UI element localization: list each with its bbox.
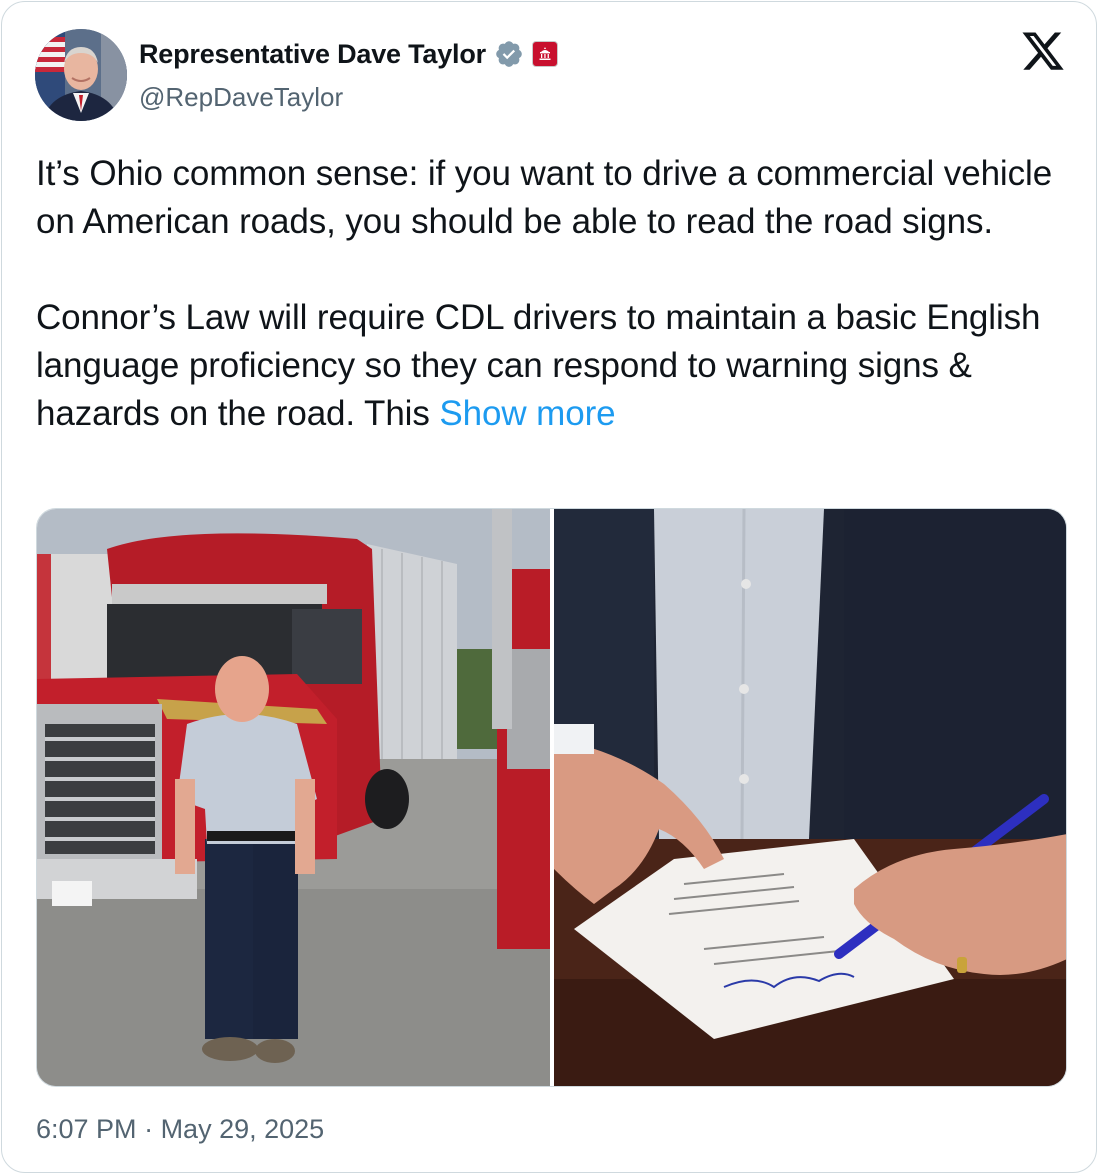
x-logo-icon[interactable] xyxy=(1020,32,1066,74)
author-avatar[interactable] xyxy=(35,29,127,121)
photo-bill-signing[interactable] xyxy=(554,509,1066,1086)
author-handle[interactable]: @RepDaveTaylor xyxy=(139,82,343,113)
tweet-paragraph-2: Connor’s Law will require CDL drivers to… xyxy=(36,294,1076,438)
government-badge-icon xyxy=(531,41,558,67)
tweet-date[interactable]: May 29, 2025 xyxy=(161,1114,325,1144)
photo-man-by-truck[interactable] xyxy=(37,509,550,1086)
avatar-photo xyxy=(35,29,127,121)
author-name-row: Representative Dave Taylor xyxy=(139,36,558,72)
tweet-card: Representative Dave Taylor @RepDaveTaylo… xyxy=(1,1,1097,1173)
tweet-time[interactable]: 6:07 PM xyxy=(36,1114,137,1144)
show-more-link[interactable]: Show more xyxy=(430,394,615,433)
verified-badge-icon xyxy=(494,39,524,69)
tweet-body: It’s Ohio common sense: if you want to d… xyxy=(36,150,1076,438)
tweet-timestamp[interactable]: 6:07 PM · May 29, 2025 xyxy=(36,1114,324,1145)
truck-photo-illustration xyxy=(37,509,550,1086)
timestamp-separator: · xyxy=(136,1114,161,1144)
tweet-paragraph-1: It’s Ohio common sense: if you want to d… xyxy=(36,154,1053,241)
signing-photo-illustration xyxy=(554,509,1066,1086)
author-display-name[interactable]: Representative Dave Taylor xyxy=(139,39,486,70)
media-grid xyxy=(36,508,1067,1087)
